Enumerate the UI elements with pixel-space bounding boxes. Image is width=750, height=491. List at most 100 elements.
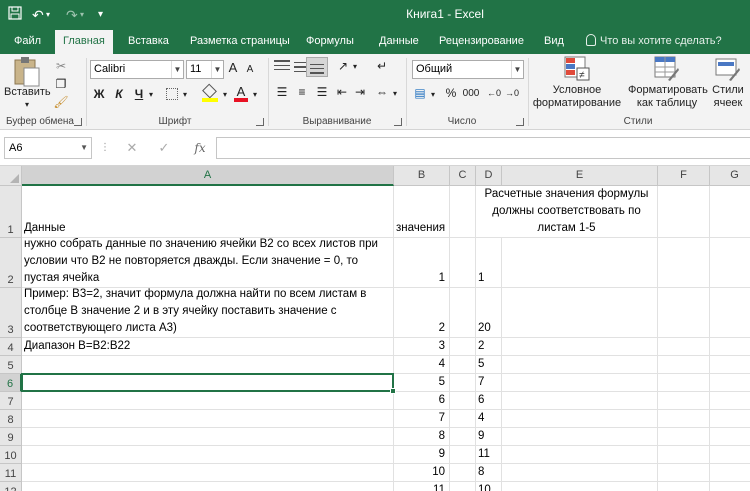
tab-formulas[interactable]: Формулы [298, 30, 362, 54]
conditional-formatting-button[interactable]: ≠ Условное форматирование [530, 54, 624, 114]
cell-e11[interactable] [502, 464, 658, 482]
align-center-icon[interactable]: ≡ [294, 84, 310, 100]
merge-dropdown-icon[interactable]: ▾ [390, 86, 400, 102]
cell-a1[interactable]: Данные [22, 186, 394, 238]
cell-d5[interactable]: 5 [476, 356, 502, 374]
cell-b9[interactable]: 8 [394, 428, 450, 446]
accounting-dropdown-icon[interactable]: ▾ [428, 87, 438, 103]
cell-g10[interactable] [710, 446, 750, 464]
column-header-c[interactable]: C [450, 166, 476, 186]
wrap-text-icon[interactable]: ↵ [374, 58, 390, 74]
column-header-f[interactable]: F [658, 166, 710, 186]
cell-a10[interactable] [22, 446, 394, 464]
cell-d10[interactable]: 11 [476, 446, 502, 464]
decrease-decimal-icon[interactable]: →0 [504, 85, 520, 101]
row-header-3[interactable]: 3 [0, 288, 22, 338]
column-header-d[interactable]: D [476, 166, 502, 186]
cell-c6[interactable] [450, 374, 476, 392]
font-color-dropdown-icon[interactable]: ▾ [250, 87, 260, 103]
cell-f10[interactable] [658, 446, 710, 464]
cell-f4[interactable] [658, 338, 710, 356]
cell-c2[interactable] [450, 238, 476, 288]
cell-b2[interactable]: 1 [394, 238, 450, 288]
orientation-dropdown-icon[interactable]: ▾ [350, 59, 360, 75]
cell-c4[interactable] [450, 338, 476, 356]
row-header-2[interactable]: 2 [0, 238, 22, 288]
cell-f9[interactable] [658, 428, 710, 446]
cell-a3[interactable]: Пример: В3=2, значит формула должна найт… [22, 288, 394, 338]
cell-e7[interactable] [502, 392, 658, 410]
copy-icon[interactable]: ❐ [52, 76, 70, 92]
insert-function-button[interactable]: fx [188, 137, 212, 159]
enter-icon[interactable]: ✓ [152, 137, 176, 159]
cell-g11[interactable] [710, 464, 750, 482]
cell-c12[interactable] [450, 482, 476, 491]
cell-c9[interactable] [450, 428, 476, 446]
decrease-indent-icon[interactable]: ⇤ [334, 84, 350, 100]
cell-b11[interactable]: 10 [394, 464, 450, 482]
cell-g5[interactable] [710, 356, 750, 374]
cell-b4[interactable]: 3 [394, 338, 450, 356]
percent-button[interactable]: % [444, 85, 458, 101]
cell-b10[interactable]: 9 [394, 446, 450, 464]
cell-a11[interactable] [22, 464, 394, 482]
column-header-g[interactable]: G [710, 166, 750, 186]
tab-home[interactable]: Главная [55, 30, 113, 55]
cell-d4[interactable]: 2 [476, 338, 502, 356]
select-all-button[interactable] [0, 166, 22, 186]
tab-file[interactable]: Файл [6, 30, 49, 54]
cell-g7[interactable] [710, 392, 750, 410]
number-format-combo[interactable]: Общий ▼ [412, 60, 524, 79]
cell-f3[interactable] [658, 288, 710, 338]
row-header-1[interactable]: 1 [0, 186, 22, 238]
font-launcher-icon[interactable] [256, 118, 264, 126]
cell-a12[interactable] [22, 482, 394, 491]
cell-d9[interactable]: 9 [476, 428, 502, 446]
tab-review[interactable]: Рецензирование [431, 30, 532, 54]
cell-b6[interactable]: 5 [394, 374, 450, 392]
name-box[interactable]: A6 ▼ [4, 137, 92, 159]
cell-e5[interactable] [502, 356, 658, 374]
cell-g1[interactable] [710, 186, 750, 238]
cell-d12[interactable]: 10 [476, 482, 502, 491]
cell-b12[interactable]: 11 [394, 482, 450, 491]
grow-font-button[interactable]: A [226, 60, 240, 76]
cell-g6[interactable] [710, 374, 750, 392]
row-header-11[interactable]: 11 [0, 464, 22, 482]
tab-insert[interactable]: Вставка [120, 30, 177, 54]
cell-e9[interactable] [502, 428, 658, 446]
row-header-9[interactable]: 9 [0, 428, 22, 446]
cell-b5[interactable]: 4 [394, 356, 450, 374]
cell-f12[interactable] [658, 482, 710, 491]
bold-button[interactable]: Ж [92, 86, 106, 102]
drag-handle-icon[interactable]: ⋮ [100, 137, 110, 159]
italic-button[interactable]: К [112, 86, 126, 102]
increase-indent-icon[interactable]: ⇥ [352, 84, 368, 100]
worksheet-grid[interactable]: A B C D E F G 1 Данные значения Расчетные значения… [0, 166, 750, 491]
alignment-launcher-icon[interactable] [394, 118, 402, 126]
cell-e3[interactable] [502, 288, 658, 338]
cell-e6[interactable] [502, 374, 658, 392]
cell-g12[interactable] [710, 482, 750, 491]
cell-a8[interactable] [22, 410, 394, 428]
cell-f11[interactable] [658, 464, 710, 482]
cell-f2[interactable] [658, 238, 710, 288]
column-header-b[interactable]: B [394, 166, 450, 186]
align-top-icon[interactable] [274, 60, 290, 74]
formula-input[interactable] [216, 137, 750, 159]
cell-c5[interactable] [450, 356, 476, 374]
cell-g3[interactable] [710, 288, 750, 338]
tell-me-search[interactable]: Что вы хотите сделать? [586, 30, 722, 54]
borders-dropdown-icon[interactable]: ▾ [180, 87, 190, 103]
cell-d2[interactable]: 1 [476, 238, 502, 288]
font-color-icon[interactable]: A [234, 84, 248, 102]
cell-g8[interactable] [710, 410, 750, 428]
cell-c7[interactable] [450, 392, 476, 410]
cell-c10[interactable] [450, 446, 476, 464]
cell-e8[interactable] [502, 410, 658, 428]
cut-icon[interactable]: ✂ [52, 58, 70, 74]
cell-d3[interactable]: 20 [476, 288, 502, 338]
format-as-table-button[interactable]: Форматировать как таблицу [628, 54, 708, 114]
cell-a9[interactable] [22, 428, 394, 446]
font-size-combo[interactable]: 11 ▼ [186, 60, 224, 79]
